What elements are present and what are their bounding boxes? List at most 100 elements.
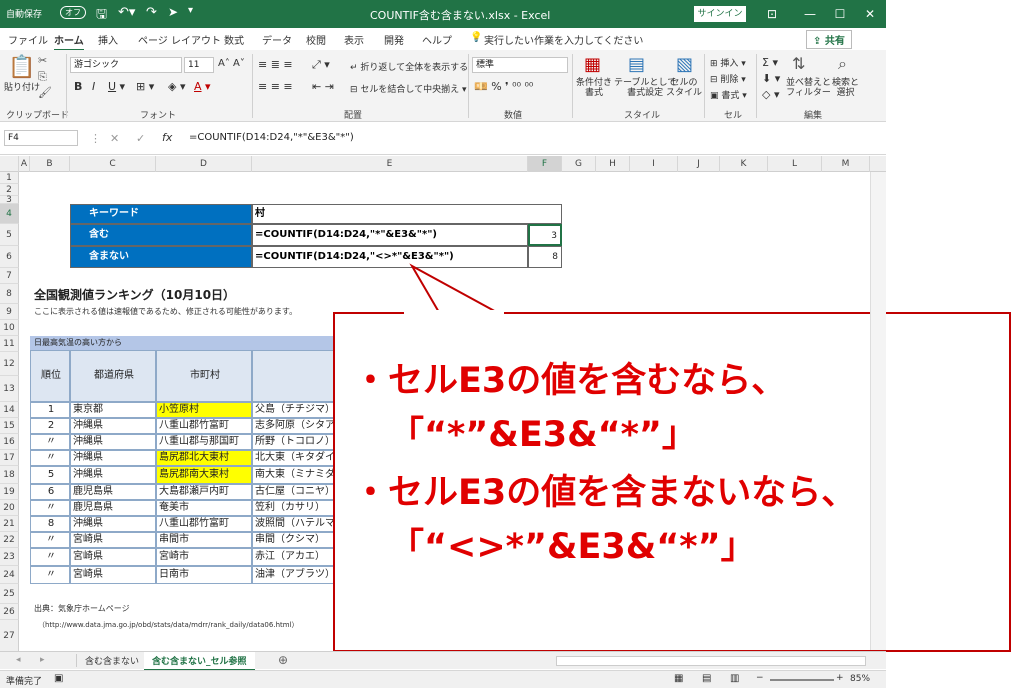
row-header-3[interactable]: 3	[0, 196, 19, 205]
city-column-header[interactable]: 市町村	[156, 350, 252, 402]
format-painter-icon[interactable]: 🖌	[38, 86, 52, 99]
font-size-dropdown[interactable]: 11	[184, 57, 214, 73]
rank-cell[interactable]: 2	[30, 418, 70, 434]
row-header-9[interactable]: 9	[0, 304, 19, 320]
row-header-23[interactable]: 23	[0, 548, 19, 566]
rank-cell[interactable]: 〃	[30, 500, 70, 516]
source-label[interactable]: 出典：気象庁ホームページ	[34, 603, 130, 614]
city-cell[interactable]: 宮崎市	[156, 548, 252, 566]
share-button[interactable]: ⇪ 共有	[806, 30, 852, 49]
select-all-corner[interactable]	[0, 156, 19, 172]
rank-cell[interactable]: 〃	[30, 566, 70, 584]
enter-icon[interactable]: ✓	[136, 132, 145, 145]
ranking-section-header[interactable]: 日最高気温の高い方から	[30, 336, 340, 350]
minimize-button[interactable]: —	[800, 4, 820, 24]
rank-cell[interactable]: 〃	[30, 450, 70, 466]
column-header-j[interactable]: J	[678, 156, 720, 172]
station-cell[interactable]: 志多阿原（シタアバ	[252, 418, 342, 434]
prefecture-cell[interactable]: 沖縄県	[70, 450, 156, 466]
paste-icon[interactable]: 📋	[8, 55, 35, 80]
wrap-text-button[interactable]: ↵ 折り返して全体を表示する	[350, 60, 468, 73]
prefecture-column-header[interactable]: 都道府県	[70, 350, 156, 402]
normal-view-icon[interactable]: ▦	[674, 673, 683, 684]
row-header-24[interactable]: 24	[0, 566, 19, 584]
row-header-21[interactable]: 21	[0, 516, 19, 532]
city-cell[interactable]: 小笠原村	[156, 402, 252, 418]
rank-cell[interactable]: 1	[30, 402, 70, 418]
prefecture-cell[interactable]: 沖縄県	[70, 516, 156, 532]
delete-cells-button[interactable]: ⊟ 削除 ▾	[710, 72, 746, 85]
city-cell[interactable]: 八重山郡竹富町	[156, 516, 252, 532]
tab-help[interactable]: ヘルプ	[422, 32, 452, 47]
station-cell[interactable]: 古仁屋（コニヤ）	[252, 484, 342, 500]
number-buttons-icons[interactable]: 💴 % ❜ ⁰⁰ ⁰⁰	[474, 80, 533, 93]
page-layout-view-icon[interactable]: ▤	[702, 673, 711, 684]
zoom-in-icon[interactable]: +	[836, 673, 844, 683]
undo-icon[interactable]: ↶▾	[118, 5, 135, 20]
tab-file[interactable]: ファイル	[8, 32, 48, 47]
column-header-a[interactable]: A	[19, 156, 30, 172]
contains-result-cell[interactable]: 3	[528, 224, 562, 246]
row-header-27[interactable]: 27	[0, 620, 19, 652]
redo-icon[interactable]: ↷	[146, 5, 157, 20]
prefecture-cell[interactable]: 沖縄県	[70, 418, 156, 434]
row-header-16[interactable]: 16	[0, 434, 19, 450]
format-cells-button[interactable]: ▣ 書式 ▾	[710, 88, 747, 101]
macro-record-icon[interactable]: ▣	[54, 673, 63, 684]
cut-icon[interactable]: ✂	[38, 54, 47, 67]
prefecture-cell[interactable]: 鹿児島県	[70, 500, 156, 516]
align-left-icons[interactable]: ≡ ≡ ≡	[258, 80, 293, 93]
contains-formula-cell[interactable]: =COUNTIF(D14:D24,"*"&E3&"*")	[252, 224, 528, 246]
orientation-icon[interactable]: ⤢ ▾	[312, 58, 330, 72]
row-header-13[interactable]: 13	[0, 376, 19, 402]
rank-cell[interactable]: 8	[30, 516, 70, 532]
not-contains-result-cell[interactable]: 8	[528, 246, 562, 268]
prefecture-cell[interactable]: 東京都	[70, 402, 156, 418]
insert-function-icon[interactable]: fx	[162, 131, 172, 144]
row-header-15[interactable]: 15	[0, 418, 19, 434]
column-header-k[interactable]: K	[720, 156, 768, 172]
station-cell[interactable]: 赤江（アカエ）	[252, 548, 342, 566]
contains-label-cell[interactable]: 含む	[70, 224, 252, 246]
tab-review[interactable]: 校閲	[306, 32, 326, 47]
rank-column-header[interactable]: 順位	[30, 350, 70, 402]
pointer-icon[interactable]: ➤	[168, 5, 178, 19]
row-header-1[interactable]: 1	[0, 172, 19, 184]
rank-cell[interactable]: 5	[30, 466, 70, 484]
rank-cell[interactable]: 〃	[30, 434, 70, 450]
column-header-m[interactable]: M	[822, 156, 870, 172]
conditional-format-button[interactable]: 条件付き 書式	[576, 78, 612, 98]
scroll-tabs-right-icon[interactable]: ▸	[40, 655, 45, 665]
column-header-f[interactable]: F	[528, 156, 562, 172]
tab-home[interactable]: ホーム	[54, 32, 84, 51]
conditional-format-icon[interactable]: ▦	[584, 54, 601, 75]
row-header-22[interactable]: 22	[0, 532, 19, 548]
copy-icon[interactable]: ⎘	[38, 70, 47, 84]
paste-button[interactable]: 貼り付け	[4, 80, 40, 93]
not-contains-label-cell[interactable]: 含まない	[70, 246, 252, 268]
row-header-20[interactable]: 20	[0, 500, 19, 516]
rank-cell[interactable]: 6	[30, 484, 70, 500]
close-button[interactable]: ✕	[860, 4, 880, 24]
city-cell[interactable]: 八重山郡竹富町	[156, 418, 252, 434]
merge-center-button[interactable]: ⊟ セルを結合して中央揃え ▾	[350, 82, 467, 95]
zoom-slider[interactable]	[770, 679, 834, 681]
insert-cells-button[interactable]: ⊞ 挿入 ▾	[710, 56, 746, 69]
zoom-out-icon[interactable]: −	[756, 673, 764, 683]
prefecture-cell[interactable]: 沖縄県	[70, 466, 156, 484]
row-header-14[interactable]: 14	[0, 402, 19, 418]
grow-font-icon[interactable]: A˄ A˅	[218, 58, 245, 69]
tab-page-layout[interactable]: ページ レイアウト	[138, 32, 221, 47]
row-header-5[interactable]: 5	[0, 224, 19, 246]
format-table-icon[interactable]: ▤	[628, 54, 645, 75]
cancel-icon[interactable]: ✕	[110, 132, 119, 145]
autosum-icon[interactable]: Σ ▾	[762, 56, 778, 69]
station-cell[interactable]: 父島（チチジマ）*	[252, 402, 342, 418]
zoom-level[interactable]: 85%	[850, 674, 870, 684]
city-cell[interactable]: 島尻郡南大東村	[156, 466, 252, 484]
column-header-i[interactable]: I	[630, 156, 678, 172]
source-url[interactable]: （http://www.data.jma.go.jp/obd/stats/dat…	[38, 620, 299, 630]
row-header-10[interactable]: 10	[0, 320, 19, 336]
station-cell[interactable]: 笠利（カサリ）	[252, 500, 342, 516]
customize-qat-icon[interactable]: ▾	[188, 5, 193, 16]
